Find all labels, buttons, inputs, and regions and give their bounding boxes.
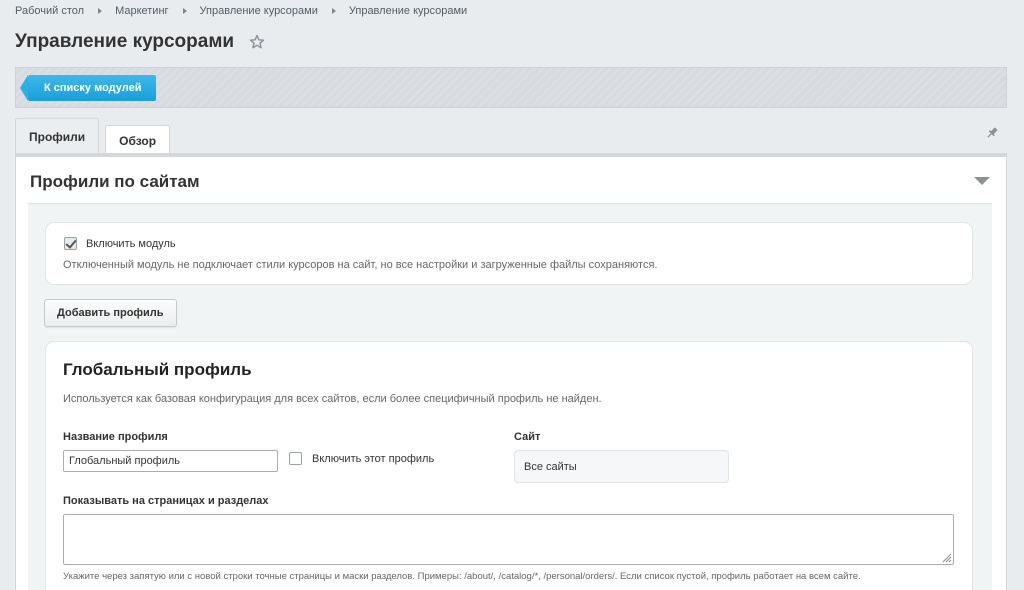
- profile-title: Глобальный профиль: [63, 360, 252, 379]
- section-title: Профили по сайтам: [30, 172, 200, 191]
- breadcrumb-separator-icon: [98, 8, 103, 14]
- site-select[interactable]: Все сайты: [514, 450, 729, 483]
- enable-profile-checkbox[interactable]: [289, 452, 302, 465]
- site-label: Сайт: [514, 431, 541, 443]
- tab-overview[interactable]: Обзор: [105, 125, 171, 155]
- profile-name-input[interactable]: [63, 450, 278, 472]
- pages-label: Показывать на страницах и разделах: [63, 495, 269, 507]
- back-to-modules-button[interactable]: К списку модулей: [19, 75, 157, 101]
- global-profile-card: Глобальный профиль Используется как базо…: [45, 341, 973, 590]
- breadcrumb: Рабочий стол Маркетинг Управление курсор…: [15, 5, 467, 17]
- tab-profiles[interactable]: Профили: [15, 118, 100, 154]
- breadcrumb-item-cursors[interactable]: Управление курсорами: [200, 5, 318, 17]
- enable-module-row[interactable]: Включить модуль: [64, 237, 176, 250]
- breadcrumb-item-marketing[interactable]: Маркетинг: [115, 5, 168, 17]
- chevron-down-icon[interactable]: [974, 177, 990, 186]
- enable-module-checkbox[interactable]: [64, 237, 77, 250]
- profiles-panel: Профили по сайтам Включить модуль Отключ…: [15, 157, 1007, 590]
- module-hint: Отключенный модуль не подключает стили к…: [63, 259, 658, 271]
- breadcrumb-separator-icon: [182, 8, 187, 14]
- star-icon[interactable]: [249, 34, 265, 50]
- pin-icon[interactable]: [985, 126, 999, 140]
- breadcrumb-item-current[interactable]: Управление курсорами: [349, 5, 467, 17]
- page-title: Управление курсорами: [15, 31, 235, 52]
- pages-hint: Укажите через запятую или с новой строки…: [63, 571, 861, 582]
- profile-description: Используется как базовая конфигурация дл…: [63, 393, 602, 405]
- resize-icon[interactable]: [942, 553, 952, 563]
- enable-module-label: Включить модуль: [86, 237, 176, 250]
- panel-content: Включить модуль Отключенный модуль не по…: [28, 203, 992, 590]
- page-header: Управление курсорами: [15, 31, 265, 53]
- add-profile-button[interactable]: Добавить профиль: [44, 299, 177, 327]
- enable-profile-label: Включить этот профиль: [312, 452, 435, 465]
- enable-profile-row[interactable]: Включить этот профиль: [289, 452, 434, 465]
- module-settings-card: Включить модуль Отключенный модуль не по…: [45, 222, 973, 285]
- breadcrumb-item-desktop[interactable]: Рабочий стол: [15, 5, 84, 17]
- toolbar: К списку модулей: [15, 67, 1007, 108]
- pages-textarea[interactable]: [63, 514, 954, 565]
- breadcrumb-separator-icon: [331, 8, 336, 14]
- profile-name-label: Название профиля: [63, 431, 168, 443]
- tabs: Профили Обзор: [15, 118, 176, 155]
